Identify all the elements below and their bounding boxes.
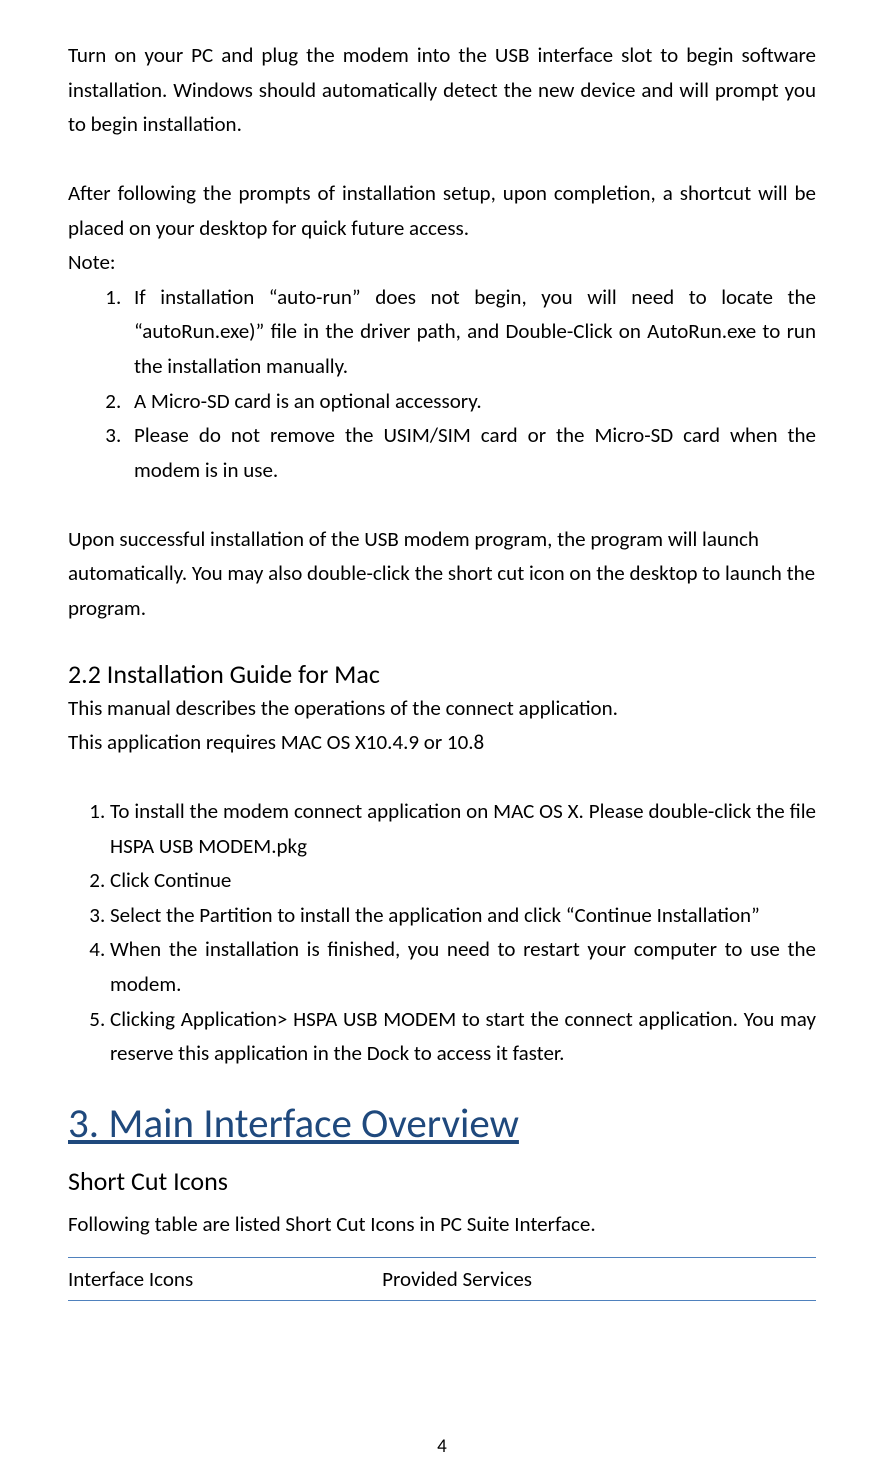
step-item: Select the Partition to install the appl… [110,898,816,933]
step-item: To install the modem connect application… [110,794,816,863]
paragraph-launch: Upon successful installation of the USB … [68,522,816,626]
step-item: Click Continue [110,863,816,898]
note-item: If installation “auto-run” does not begi… [126,280,816,384]
note-item: A Micro-SD card is an optional accessory… [126,384,816,419]
mac-steps-list: To install the modem connect application… [68,794,816,1071]
table-intro-text: Following table are listed Short Cut Ico… [68,1211,816,1237]
icons-table: Interface Icons Provided Services [68,1257,816,1301]
heading-main-interface: 3. Main Interface Overview [68,1099,816,1149]
heading-mac-guide: 2.2 Installation Guide for Mac [68,658,816,690]
heading-shortcut-icons: Short Cut Icons [68,1165,816,1197]
paragraph-shortcut: After following the prompts of installat… [68,176,816,245]
page-number: 4 [0,1435,884,1458]
table-header-row: Interface Icons Provided Services [68,1258,816,1301]
notes-list: If installation “auto-run” does not begi… [68,280,816,488]
table-header-services: Provided Services [382,1258,816,1301]
note-label: Note: [68,245,816,280]
mac-intro-line2: This application requires MAC OS X10.4.9… [68,725,816,760]
table-header-icons: Interface Icons [68,1258,382,1301]
step-item: When the installation is finished, you n… [110,932,816,1001]
mac-intro-line1: This manual describes the operations of … [68,691,816,726]
step-item: Clicking Application> HSPA USB MODEM to … [110,1002,816,1071]
paragraph-software-install: Turn on your PC and plug the modem into … [68,38,816,142]
note-item: Please do not remove the USIM/SIM card o… [126,418,816,487]
